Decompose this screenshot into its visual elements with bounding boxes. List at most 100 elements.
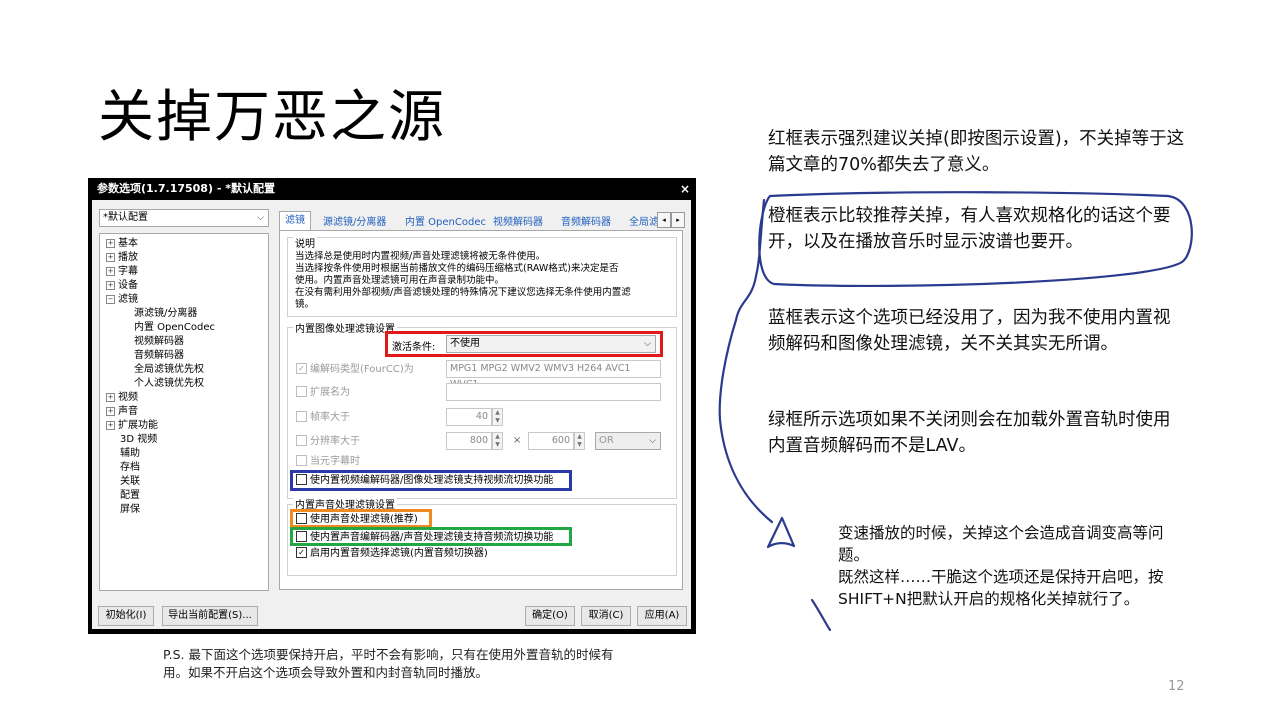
- checkmark-icon: ✓: [296, 546, 307, 558]
- description-line: 当选择按条件使用时根据当前播放文件的编码压缩格式(RAW格式)来决定是否: [295, 263, 619, 274]
- supplement-note: 变速播放的时候，关掉这个会造成音调变高等问题。 既然这样……干脆这个选项还是保持…: [838, 522, 1178, 610]
- chevron-down-icon: ⌵: [644, 339, 651, 349]
- framerate-label: 帧率大于: [310, 412, 350, 423]
- description-line: 当选择总是使用时内置视频/声音处理滤镜将被无条件使用。: [295, 251, 546, 262]
- filters-panel: 说明 当选择总是使用时内置视频/声音处理滤镜将被无条件使用。 当选择按条件使用时…: [279, 230, 683, 590]
- expand-icon[interactable]: +: [106, 252, 115, 262]
- tree-item-global-priority[interactable]: 全局滤镜优先权: [134, 363, 204, 376]
- checkbox-box: [296, 410, 307, 422]
- chevron-down-icon: ⌵: [649, 436, 656, 446]
- handwritten-connector: [718, 198, 774, 524]
- audio-filter-label: 内置声音处理滤镜设置: [293, 496, 397, 511]
- tree-item-label: 字幕: [118, 266, 138, 277]
- profile-select[interactable]: *默认配置 ⌵: [99, 209, 269, 227]
- tree-item-audio-decoders[interactable]: 音频解码器: [134, 349, 184, 362]
- tree-item-devices[interactable]: + 设备: [106, 279, 138, 292]
- tree-item-filters[interactable]: − 滤镜: [106, 293, 138, 306]
- framerate-input[interactable]: 40: [446, 408, 492, 426]
- resolution-width-spinner[interactable]: ▲ ▼: [492, 432, 503, 450]
- tree-item-archive[interactable]: 存档: [120, 461, 140, 474]
- expand-icon[interactable]: +: [106, 406, 115, 416]
- video-switch-checkbox[interactable]: 使内置视频编解码器/图像处理滤镜支持视频流切换功能: [296, 473, 553, 487]
- tab-next-icon[interactable]: ▸: [671, 212, 685, 228]
- tab-prev-icon[interactable]: ◂: [657, 212, 671, 228]
- resolution-checkbox[interactable]: 分辨率大于: [296, 434, 360, 448]
- tree-item-label: 视频: [118, 392, 138, 403]
- dialog-titlebar[interactable]: 参数选项(1.7.17508) - *默认配置 ×: [88, 178, 696, 200]
- activate-condition-value: 不使用: [450, 338, 480, 349]
- resolution-width-input[interactable]: 800: [446, 432, 492, 450]
- tree-item-config[interactable]: 配置: [120, 489, 140, 502]
- ps-note: P.S. 最下面这个选项要保持开启，平时不会有影响，只有在使用外置音轨的时候有用…: [163, 647, 614, 680]
- expand-icon[interactable]: +: [106, 280, 115, 290]
- extension-checkbox[interactable]: 扩展名为: [296, 385, 350, 399]
- fourcc-checkbox[interactable]: ✓ 编解码类型(FourCC)为: [296, 362, 414, 376]
- tab-global-filters[interactable]: 全局滤: [629, 213, 659, 228]
- checkbox-box: [296, 530, 307, 542]
- cancel-button[interactable]: 取消(C): [581, 606, 631, 626]
- extension-input[interactable]: [446, 383, 661, 401]
- framerate-spinner[interactable]: ▲ ▼: [492, 408, 503, 426]
- resolution-times: ×: [513, 435, 522, 446]
- description-text: 当选择总是使用时内置视频/声音处理滤镜将被无条件使用。 当选择按条件使用时根据当…: [295, 251, 673, 311]
- expand-icon[interactable]: +: [106, 420, 115, 430]
- tree-item-screensaver[interactable]: 屏保: [120, 503, 140, 516]
- audio-selector-checkbox[interactable]: ✓ 启用内置音频选择滤镜(内置音频切换器): [296, 546, 488, 560]
- activate-condition-label: 激活条件:: [392, 342, 436, 353]
- expand-icon[interactable]: +: [106, 238, 115, 248]
- description-line: 在没有需利用外部视频/声音滤镜处理的特殊情况下建议您选择无条件使用内置滤: [295, 287, 631, 298]
- subtitle-label: 当元字幕时: [310, 456, 360, 467]
- tree-item-association[interactable]: 关联: [120, 475, 140, 488]
- extension-label: 扩展名为: [310, 387, 350, 398]
- tab-strip: 滤镜 源滤镜/分离器 内置 OpenCodec 视频解码器 音频解码器 全局滤 …: [279, 211, 685, 230]
- framerate-checkbox[interactable]: 帧率大于: [296, 410, 350, 424]
- chevron-down-icon: ⌵: [257, 213, 264, 223]
- settings-tree[interactable]: + 基本 + 播放 + 字幕 + 设备 − 滤镜 源滤镜/分离器 内置 OpenCodec…: [99, 233, 269, 591]
- tree-item-assist[interactable]: 辅助: [120, 447, 140, 460]
- expand-icon[interactable]: +: [106, 392, 115, 402]
- init-button[interactable]: 初始化(I): [98, 606, 154, 626]
- audio-switch-checkbox[interactable]: 使内置声音编解码器/声音处理滤镜支持音频流切换功能: [296, 530, 554, 544]
- tab-audio-decoders[interactable]: 音频解码器: [561, 213, 611, 228]
- use-audio-filter-checkbox[interactable]: 使用声音处理滤镜(推荐): [296, 512, 418, 526]
- activate-condition-select[interactable]: 不使用 ⌵: [446, 335, 656, 353]
- tree-item-label: 滤镜: [118, 294, 138, 305]
- ok-button[interactable]: 确定(O): [525, 606, 575, 626]
- dialog-title: 参数选项(1.7.17508) - *默认配置: [97, 182, 275, 195]
- tree-item-source-filters[interactable]: 源滤镜/分离器: [134, 307, 197, 320]
- tab-filters[interactable]: 滤镜: [279, 211, 311, 230]
- tree-item-personal-priority[interactable]: 个人滤镜优先权: [134, 377, 204, 390]
- tree-item-label: 扩展功能: [118, 420, 158, 431]
- checkbox-box: [296, 512, 307, 524]
- tree-item-3d-video[interactable]: 3D 视频: [120, 433, 157, 446]
- subtitle-checkbox[interactable]: 当元字幕时: [296, 454, 360, 468]
- resolution-height-spinner[interactable]: ▲ ▼: [574, 432, 585, 450]
- export-config-button[interactable]: 导出当前配置(S)...: [162, 606, 258, 626]
- tree-item-subtitles[interactable]: + 字幕: [106, 265, 138, 278]
- tree-item-label: 设备: [118, 280, 138, 291]
- tree-item-playback[interactable]: + 播放: [106, 251, 138, 264]
- apply-button[interactable]: 应用(A): [637, 606, 687, 626]
- fourcc-input[interactable]: MPG1 MPG2 WMV2 WMV3 H264 AVC1 WVC1: [446, 360, 661, 390]
- audio-selector-label: 启用内置音频选择滤镜(内置音频切换器): [310, 548, 488, 559]
- tab-opencodec[interactable]: 内置 OpenCodec: [405, 213, 486, 228]
- tab-source-filters[interactable]: 源滤镜/分离器: [323, 213, 386, 228]
- resolution-operator-select[interactable]: OR ⌵: [595, 432, 661, 450]
- collapse-icon[interactable]: −: [106, 294, 115, 304]
- resolution-operator-value: OR: [599, 435, 614, 446]
- slide-title: 关掉万恶之源: [98, 85, 446, 150]
- close-icon[interactable]: ×: [680, 178, 690, 200]
- dialog-body: *默认配置 ⌵ + 基本 + 播放 + 字幕 + 设备 − 滤镜 源滤镜/分离器 内置 O…: [92, 200, 691, 629]
- resolution-height-input[interactable]: 600: [528, 432, 574, 450]
- audio-switch-label: 使内置声音编解码器/声音处理滤镜支持音频流切换功能: [310, 532, 554, 543]
- tree-item-video[interactable]: + 视频: [106, 391, 138, 404]
- tree-item-sound[interactable]: + 声音: [106, 405, 138, 418]
- tree-item-opencodec[interactable]: 内置 OpenCodec: [134, 321, 215, 334]
- tab-video-decoders[interactable]: 视频解码器: [493, 213, 543, 228]
- expand-icon[interactable]: +: [106, 266, 115, 276]
- tree-item-basic[interactable]: + 基本: [106, 237, 138, 250]
- supplement-line-1: 变速播放的时候，关掉这个会造成音调变高等问题。: [838, 524, 1164, 564]
- tree-item-extensions[interactable]: + 扩展功能: [106, 419, 158, 432]
- tree-item-video-decoders[interactable]: 视频解码器: [134, 335, 184, 348]
- tree-item-label: 基本: [118, 238, 138, 249]
